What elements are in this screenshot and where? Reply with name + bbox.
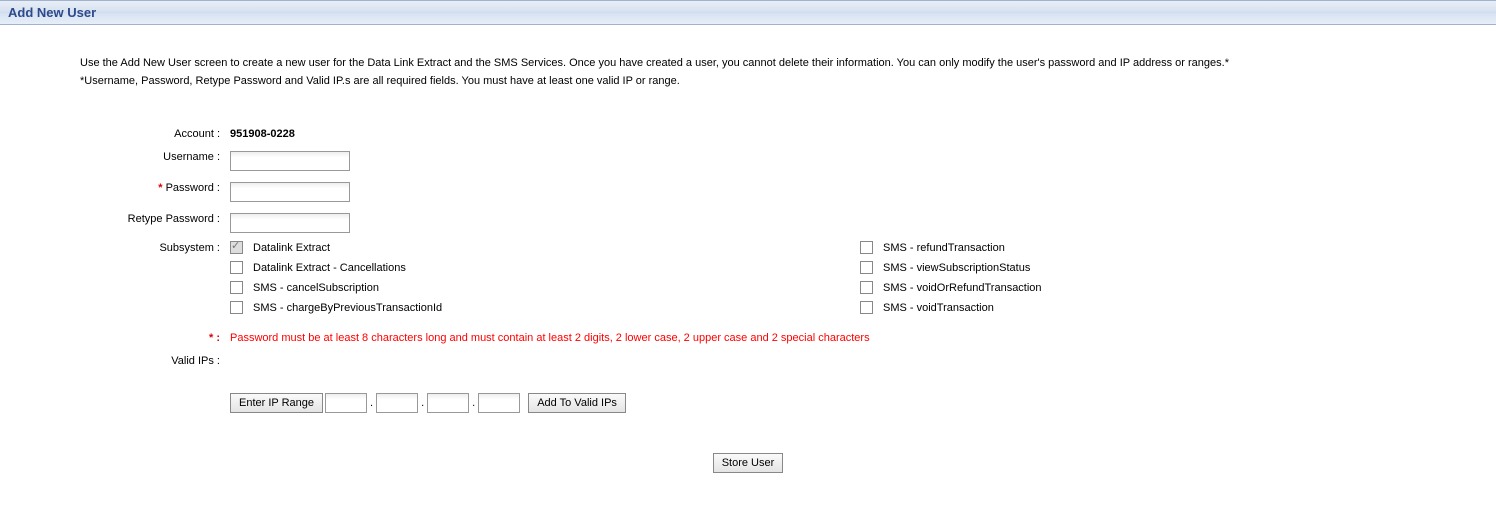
retype-password-label: Retype Password : xyxy=(80,210,230,225)
page-title-bar: Add New User xyxy=(0,0,1496,25)
subsystem-item-label: Datalink Extract - Cancellations xyxy=(253,262,406,274)
store-user-button[interactable]: Store User xyxy=(713,453,784,473)
add-to-valid-ips-button[interactable]: Add To Valid IPs xyxy=(528,393,626,413)
checkbox[interactable] xyxy=(860,241,873,254)
ip-octet-3[interactable] xyxy=(427,393,469,413)
intro-text: Use the Add New User screen to create a … xyxy=(80,55,1416,90)
password-input[interactable] xyxy=(230,182,350,202)
valid-ips-label: Valid IPs : xyxy=(80,352,230,367)
subsystem-col-left: Datalink Extract Datalink Extract - Canc… xyxy=(230,241,860,321)
subsystem-item-label: SMS - voidOrRefundTransaction xyxy=(883,282,1042,294)
subsystem-item-label: SMS - voidTransaction xyxy=(883,302,994,314)
subsystem-item: SMS - refundTransaction xyxy=(860,241,1490,254)
form-area: Account : 951908-0228 Username : * Passw… xyxy=(80,125,1496,413)
subsystem-item: SMS - voidTransaction xyxy=(860,301,1490,314)
subsystem-label: Subsystem : xyxy=(80,241,230,254)
ip-dot: . xyxy=(472,397,475,409)
subsystem-item: Datalink Extract - Cancellations xyxy=(230,261,860,274)
password-note-marker: * : xyxy=(80,329,230,344)
ip-dot: . xyxy=(370,397,373,409)
subsystem-item-label: SMS - viewSubscriptionStatus xyxy=(883,262,1030,274)
checkbox[interactable] xyxy=(860,281,873,294)
subsystem-item-label: SMS - cancelSubscription xyxy=(253,282,379,294)
ip-octet-4[interactable] xyxy=(478,393,520,413)
checkbox[interactable] xyxy=(230,261,243,274)
password-label: * Password : xyxy=(80,179,230,194)
checkbox[interactable] xyxy=(860,301,873,314)
account-label: Account : xyxy=(80,125,230,140)
subsystem-columns: Datalink Extract Datalink Extract - Canc… xyxy=(230,241,1490,321)
enter-ip-range-button[interactable]: Enter IP Range xyxy=(230,393,323,413)
ip-octet-2[interactable] xyxy=(376,393,418,413)
intro-line-2: *Username, Password, Retype Password and… xyxy=(80,73,1416,91)
ip-dot: . xyxy=(421,397,424,409)
checkbox[interactable] xyxy=(230,281,243,294)
password-note: Password must be at least 8 characters l… xyxy=(230,329,870,344)
intro-line-1: Use the Add New User screen to create a … xyxy=(80,55,1416,73)
required-marker: * xyxy=(158,182,162,194)
username-input[interactable] xyxy=(230,151,350,171)
subsystem-item: SMS - viewSubscriptionStatus xyxy=(860,261,1490,274)
subsystem-item-label: SMS - refundTransaction xyxy=(883,242,1005,254)
subsystem-item: Datalink Extract xyxy=(230,241,860,254)
subsystem-item: SMS - voidOrRefundTransaction xyxy=(860,281,1490,294)
subsystem-item: SMS - cancelSubscription xyxy=(230,281,860,294)
store-row: Store User xyxy=(0,453,1496,473)
ip-range-zone: Enter IP Range . . . Add To Valid IPs xyxy=(230,393,626,413)
ip-octet-1[interactable] xyxy=(325,393,367,413)
checkbox[interactable] xyxy=(230,241,243,254)
username-label: Username : xyxy=(80,148,230,163)
checkbox[interactable] xyxy=(860,261,873,274)
subsystem-item-label: SMS - chargeByPreviousTransactionId xyxy=(253,302,442,314)
subsystem-col-right: SMS - refundTransaction SMS - viewSubscr… xyxy=(860,241,1490,321)
subsystem-item-label: Datalink Extract xyxy=(253,242,330,254)
subsystem-item: SMS - chargeByPreviousTransactionId xyxy=(230,301,860,314)
account-value: 951908-0228 xyxy=(230,125,295,140)
retype-password-input[interactable] xyxy=(230,213,350,233)
page-title: Add New User xyxy=(8,5,96,20)
checkbox[interactable] xyxy=(230,301,243,314)
